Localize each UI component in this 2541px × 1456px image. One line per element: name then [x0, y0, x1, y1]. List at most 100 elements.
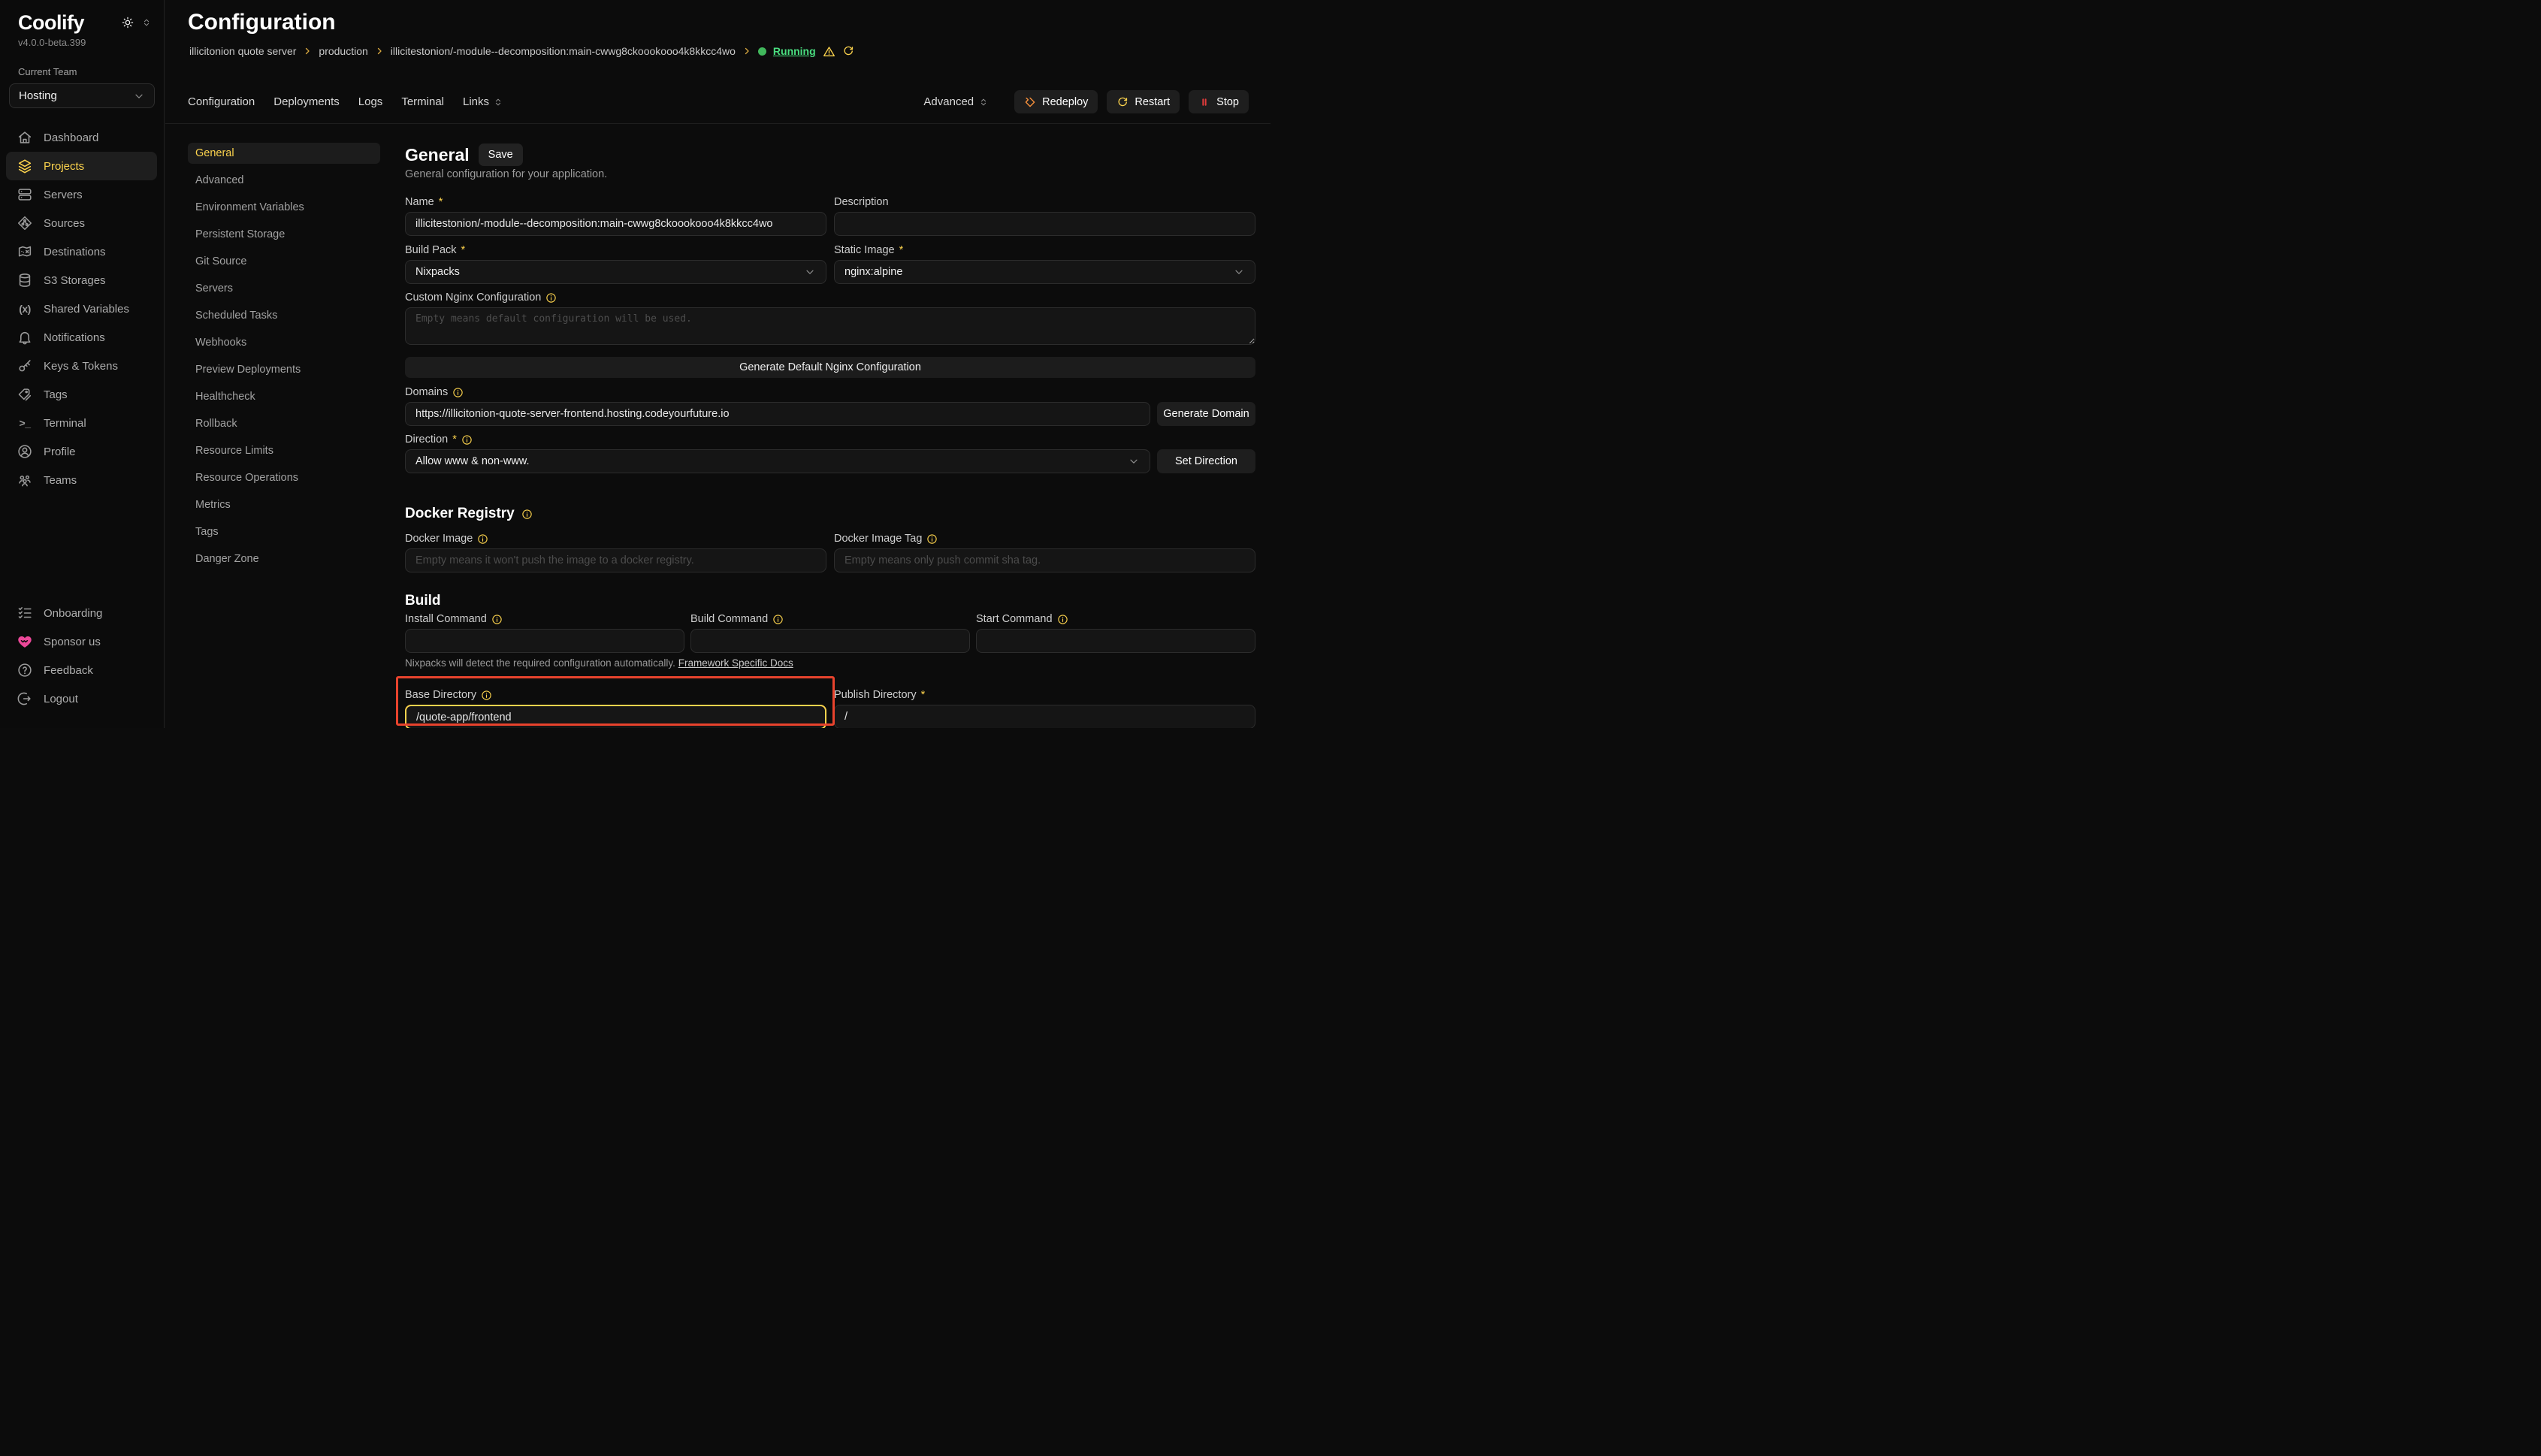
sidebar-item-profile[interactable]: Profile [6, 437, 157, 466]
theme-sun-icon[interactable] [121, 16, 134, 29]
install-command-field: Install Command [405, 612, 684, 653]
submenu-item-persistent-storage[interactable]: Persistent Storage [188, 224, 380, 245]
sidebar-item-dashboard[interactable]: Dashboard [6, 123, 157, 152]
submenu-item-general[interactable]: General [188, 143, 380, 164]
required-asterisk: * [461, 244, 466, 256]
terminal-icon: >_ [17, 415, 33, 431]
refresh-icon[interactable] [842, 45, 854, 57]
team-select[interactable]: Hosting [9, 83, 155, 108]
stop-button[interactable]: Stop [1189, 90, 1249, 113]
submenu-item-tags[interactable]: Tags [188, 521, 380, 542]
sidebar-item-feedback[interactable]: Feedback [6, 656, 157, 684]
info-icon[interactable] [477, 533, 488, 545]
submenu-item-resource-limits[interactable]: Resource Limits [188, 440, 380, 461]
description-field: Description [834, 195, 1255, 236]
sidebar-item-terminal[interactable]: >_ Terminal [6, 409, 157, 437]
sidebar-item-servers[interactable]: Servers [6, 180, 157, 209]
docker-image-input[interactable] [405, 548, 826, 572]
custom-nginx-textarea[interactable] [405, 307, 1255, 345]
domains-input[interactable] [405, 402, 1150, 426]
install-command-input[interactable] [405, 629, 684, 653]
start-command-input[interactable] [976, 629, 1255, 653]
user-icon [17, 443, 33, 460]
docker-image-tag-input[interactable] [834, 548, 1255, 572]
submenu-item-metrics[interactable]: Metrics [188, 494, 380, 515]
name-input[interactable] [405, 212, 826, 236]
status-badge[interactable]: Running [773, 45, 816, 57]
publish-directory-input[interactable] [834, 705, 1255, 728]
info-icon[interactable] [1057, 614, 1068, 625]
submenu-item-healthcheck[interactable]: Healthcheck [188, 386, 380, 407]
sidebar-item-projects[interactable]: Projects [6, 152, 157, 180]
direction-select[interactable]: Allow www & non-www. [405, 449, 1150, 473]
sidebar-item-sources[interactable]: Sources [6, 209, 157, 237]
app-version: v4.0.0-beta.399 [0, 35, 164, 48]
submenu-item-preview-deployments[interactable]: Preview Deployments [188, 359, 380, 380]
theme-selector-chevrons-icon[interactable] [141, 17, 152, 28]
sidebar: Coolify v4.0.0-beta.399 Current Team Hos… [0, 0, 165, 728]
set-direction-button[interactable]: Set Direction [1157, 449, 1255, 473]
info-icon[interactable] [481, 690, 492, 701]
chevron-down-icon [1233, 266, 1245, 278]
submenu-item-environment-variables[interactable]: Environment Variables [188, 197, 380, 218]
breadcrumb-project[interactable]: illicitonion quote server [189, 45, 296, 57]
redeploy-button[interactable]: Redeploy [1014, 90, 1098, 113]
submenu-item-scheduled-tasks[interactable]: Scheduled Tasks [188, 305, 380, 326]
build-command-input[interactable] [690, 629, 970, 653]
generate-nginx-config-button[interactable]: Generate Default Nginx Configuration [405, 357, 1255, 378]
tab-deployments[interactable]: Deployments [273, 95, 340, 108]
sidebar-footer-nav: Onboarding Sponsor us Feedback Logout [6, 599, 157, 713]
sidebar-item-logout[interactable]: Logout [6, 684, 157, 713]
warning-triangle-icon[interactable] [823, 45, 835, 58]
submenu-item-resource-operations[interactable]: Resource Operations [188, 467, 380, 488]
submenu-item-servers[interactable]: Servers [188, 278, 380, 299]
generate-domain-button[interactable]: Generate Domain [1157, 402, 1255, 426]
sidebar-item-shared-variables[interactable]: (x) Shared Variables [6, 295, 157, 323]
base-directory-input[interactable] [405, 705, 826, 728]
build-heading: Build [405, 592, 1255, 610]
breadcrumb-environment[interactable]: production [319, 45, 367, 57]
submenu-item-advanced[interactable]: Advanced [188, 170, 380, 191]
sidebar-item-keys-tokens[interactable]: Keys & Tokens [6, 352, 157, 380]
restart-button[interactable]: Restart [1107, 90, 1180, 113]
sidebar-item-tags[interactable]: Tags [6, 380, 157, 409]
save-button[interactable]: Save [479, 143, 523, 166]
sidebar-item-destinations[interactable]: Destinations [6, 237, 157, 266]
publish-directory-field: Publish Directory * [834, 688, 1255, 728]
info-icon[interactable] [926, 533, 938, 545]
info-icon[interactable] [461, 434, 473, 446]
info-icon[interactable] [491, 614, 503, 625]
current-team-label: Current Team [0, 48, 164, 77]
sidebar-item-sponsor-us[interactable]: Sponsor us [6, 627, 157, 656]
submenu-item-git-source[interactable]: Git Source [188, 251, 380, 272]
sidebar-item-onboarding[interactable]: Onboarding [6, 599, 157, 627]
static-image-select[interactable]: nginx:alpine [834, 260, 1255, 284]
docker-image-tag-label: Docker Image Tag [834, 533, 922, 545]
required-asterisk: * [439, 196, 443, 208]
sidebar-item-s3-storages[interactable]: S3 Storages [6, 266, 157, 295]
info-icon[interactable] [521, 509, 533, 520]
build-pack-select[interactable]: Nixpacks [405, 260, 826, 284]
submenu-item-webhooks[interactable]: Webhooks [188, 332, 380, 353]
tab-terminal[interactable]: Terminal [401, 95, 444, 108]
tab-links[interactable]: Links [463, 95, 503, 108]
tab-logs[interactable]: Logs [358, 95, 383, 108]
tab-configuration[interactable]: Configuration [188, 95, 255, 108]
required-asterisk: * [899, 244, 904, 256]
required-asterisk: * [452, 433, 457, 446]
advanced-dropdown[interactable]: Advanced [923, 95, 989, 108]
chevron-down-icon [1128, 455, 1140, 467]
info-icon[interactable] [545, 292, 557, 304]
info-icon[interactable] [452, 387, 464, 398]
submenu-item-rollback[interactable]: Rollback [188, 413, 380, 434]
breadcrumb-application[interactable]: illicitestonion/-module--decomposition:m… [391, 45, 736, 57]
submenu-item-danger-zone[interactable]: Danger Zone [188, 548, 380, 569]
description-input[interactable] [834, 212, 1255, 236]
sidebar-item-notifications[interactable]: Notifications [6, 323, 157, 352]
info-icon[interactable] [772, 614, 784, 625]
chevron-down-icon [804, 266, 816, 278]
restart-label: Restart [1135, 96, 1170, 108]
framework-docs-link[interactable]: Framework Specific Docs [678, 657, 793, 669]
docker-image-field: Docker Image [405, 532, 826, 572]
sidebar-item-teams[interactable]: Teams [6, 466, 157, 494]
